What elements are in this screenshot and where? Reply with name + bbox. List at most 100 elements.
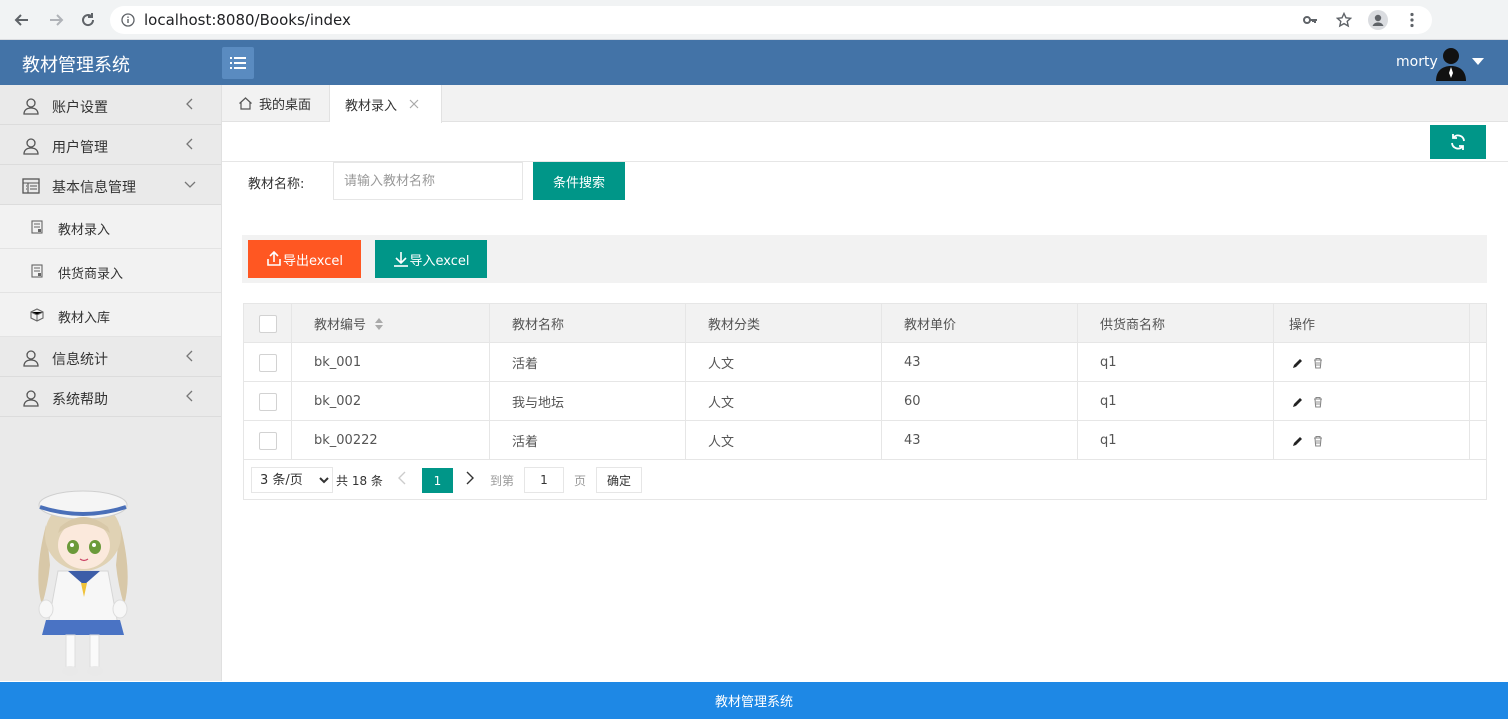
page-number-current[interactable]: 1 xyxy=(422,468,453,493)
document-icon xyxy=(31,220,43,234)
refresh-button[interactable] xyxy=(1430,125,1486,159)
goto-page-input[interactable] xyxy=(524,467,564,493)
pagination: 3 条/页 共 18 条 1 到第 页 确定 xyxy=(244,461,1486,499)
table-icon xyxy=(22,178,40,194)
avatar[interactable] xyxy=(1434,45,1468,81)
sidebar-item-label: 基本信息管理 xyxy=(52,180,136,196)
column-header-label: 教材分类 xyxy=(708,318,761,333)
select-all-checkbox[interactable] xyxy=(258,314,277,333)
chevron-down-icon xyxy=(184,181,196,188)
table-cell: q1 xyxy=(1078,421,1274,460)
sidebar-item-system-help[interactable]: 系统帮助 xyxy=(0,377,221,417)
delete-icon[interactable] xyxy=(1312,357,1324,369)
table-toolbar: 导出excel 导入excel xyxy=(242,235,1487,283)
sidebar-item-label: 信息统计 xyxy=(52,352,108,368)
page-unit-label: 页 xyxy=(574,474,587,488)
table-cell: q1 xyxy=(1078,382,1274,421)
tab-book-entry[interactable]: 教材录入 xyxy=(330,85,442,123)
sidebar: 账户设置 用户管理 基本信息管理 教材录入 供货商录入 教材入库 信息统计 系统… xyxy=(0,85,222,681)
column-header: 供货商名称 xyxy=(1078,304,1274,343)
supplier-name: q1 xyxy=(1100,433,1117,448)
row-checkbox[interactable] xyxy=(258,431,277,450)
browser-toolbar: localhost:8080/Books/index xyxy=(0,0,1508,40)
column-header: 教材单价 xyxy=(882,304,1078,343)
sidebar-item-basic-info-management[interactable]: 基本信息管理 xyxy=(0,165,221,205)
actions-cell xyxy=(1274,343,1470,382)
user-icon xyxy=(23,390,39,407)
tab-label: 教材录入 xyxy=(345,98,398,114)
sidebar-subitem-book-stock-in[interactable]: 教材入库 xyxy=(0,293,221,337)
sidebar-subitem-supplier-entry[interactable]: 供货商录入 xyxy=(0,249,221,293)
column-header: 教材名称 xyxy=(490,304,686,343)
scrollbar-gutter xyxy=(1470,421,1486,460)
app-title: 教材管理系统 xyxy=(22,55,130,76)
table-cell: 活着 xyxy=(490,343,686,382)
column-header: 操作 xyxy=(1274,304,1470,343)
table-row: bk_002 我与地坛 人文 60 q1 xyxy=(244,382,1486,421)
table-cell: q1 xyxy=(1078,343,1274,382)
table-cell: 人文 xyxy=(686,421,882,460)
supplier-name: q1 xyxy=(1100,394,1117,409)
export-excel-button[interactable]: 导出excel xyxy=(248,240,361,278)
sidebar-item-user-management[interactable]: 用户管理 xyxy=(0,125,221,165)
table-cell: 人文 xyxy=(686,382,882,421)
tab-home[interactable]: 我的桌面 xyxy=(222,85,330,122)
column-header[interactable]: 教材编号 xyxy=(292,304,490,343)
column-header-label: 教材编号 xyxy=(314,318,367,333)
footer-text: 教材管理系统 xyxy=(714,695,793,710)
sort-icon[interactable] xyxy=(374,317,384,331)
download-icon xyxy=(393,252,408,267)
row-checkbox[interactable] xyxy=(258,392,277,411)
app-window: localhost:8080/Books/index 教材管理系统 morty … xyxy=(0,0,1508,719)
row-checkbox[interactable] xyxy=(258,353,277,372)
actions-cell xyxy=(1274,382,1470,421)
book-id: bk_001 xyxy=(314,355,362,370)
edit-icon[interactable] xyxy=(1292,396,1304,408)
scrollbar-gutter xyxy=(1470,382,1486,421)
refresh-icon xyxy=(1451,134,1465,150)
page-size-select[interactable]: 3 条/页 xyxy=(251,467,333,493)
goto-label: 到第 xyxy=(490,474,515,488)
chevron-left-icon xyxy=(186,98,193,110)
column-header-label: 教材单价 xyxy=(904,318,957,333)
table-cell: bk_00222 xyxy=(292,421,490,460)
search-input[interactable] xyxy=(333,162,523,200)
key-icon[interactable] xyxy=(1300,10,1320,30)
more-icon[interactable] xyxy=(1402,10,1422,30)
export-excel-label: 导出excel xyxy=(283,253,343,269)
forward-icon[interactable] xyxy=(44,8,68,32)
prev-page-icon[interactable] xyxy=(396,470,408,486)
tab-label: 我的桌面 xyxy=(259,98,312,113)
star-icon[interactable] xyxy=(1334,10,1354,30)
edit-icon[interactable] xyxy=(1292,435,1304,447)
delete-icon[interactable] xyxy=(1312,435,1324,447)
book-id: bk_00222 xyxy=(314,433,378,448)
sidebar-item-info-statistics[interactable]: 信息统计 xyxy=(0,337,221,377)
profile-icon[interactable] xyxy=(1368,10,1388,30)
close-icon[interactable] xyxy=(409,99,419,109)
address-bar[interactable]: localhost:8080/Books/index xyxy=(110,6,1432,34)
table-header-row: 教材编号 教材名称 教材分类 教材单价 供货商名称 操作 xyxy=(244,304,1486,343)
next-page-icon[interactable] xyxy=(464,470,476,486)
sidebar-subitem-book-entry[interactable]: 教材录入 xyxy=(0,205,221,249)
user-icon xyxy=(23,98,39,115)
sidebar-item-account-settings[interactable]: 账户设置 xyxy=(0,85,221,125)
menu-toggle-button[interactable] xyxy=(222,47,254,79)
reload-icon[interactable] xyxy=(76,8,100,32)
scrollbar-gutter xyxy=(1470,343,1486,382)
goto-confirm-button[interactable]: 确定 xyxy=(596,467,642,493)
url-text: localhost:8080/Books/index xyxy=(144,11,351,29)
import-excel-button[interactable]: 导入excel xyxy=(375,240,487,278)
search-button[interactable]: 条件搜索 xyxy=(533,162,625,200)
book-category: 人文 xyxy=(708,357,735,372)
table-cell: 人文 xyxy=(686,343,882,382)
edit-icon[interactable] xyxy=(1292,357,1304,369)
delete-icon[interactable] xyxy=(1312,396,1324,408)
user-name[interactable]: morty xyxy=(1396,54,1438,70)
book-category: 人文 xyxy=(708,396,735,411)
row-select-cell xyxy=(244,421,292,460)
back-icon[interactable] xyxy=(10,8,34,32)
info-icon[interactable] xyxy=(120,12,136,28)
home-icon xyxy=(239,97,252,110)
user-menu-caret-icon[interactable] xyxy=(1472,58,1484,65)
